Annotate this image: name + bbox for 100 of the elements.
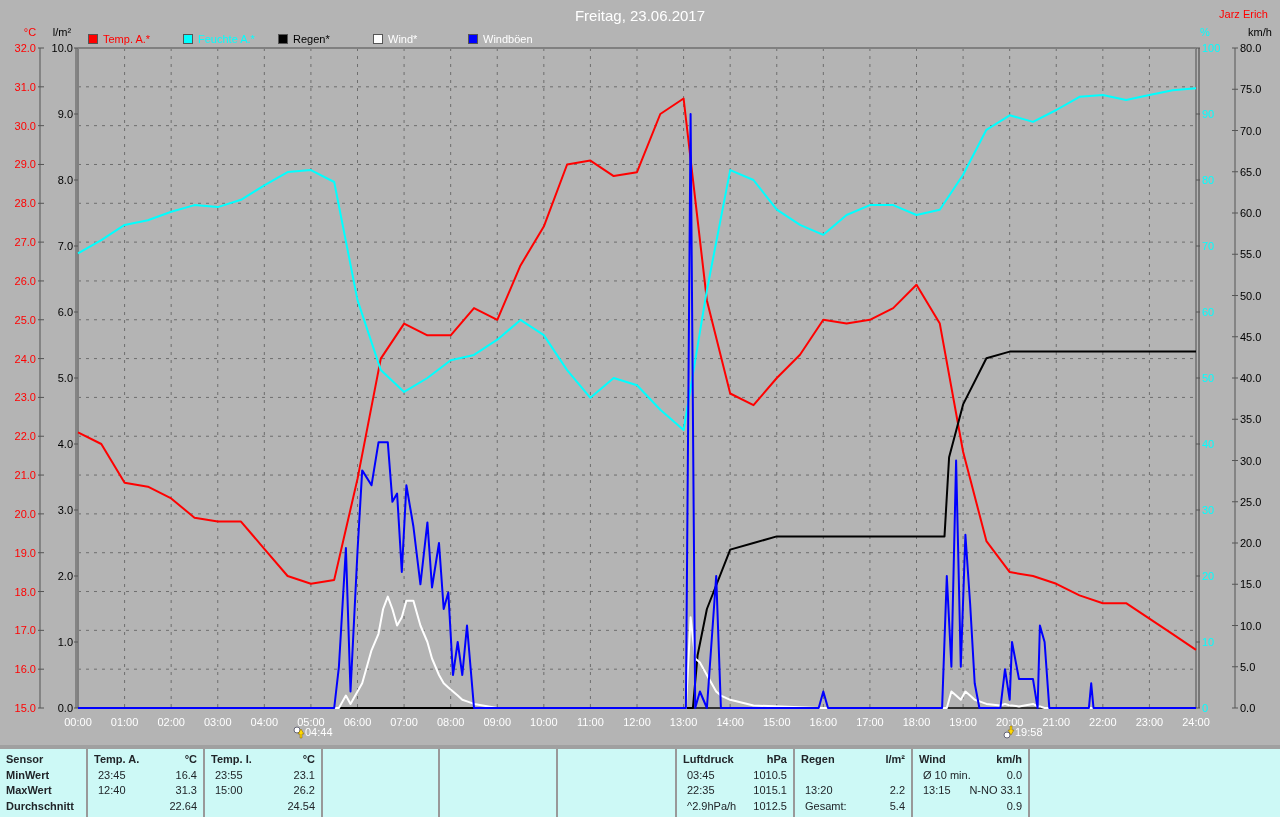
axis-label: 60 <box>1202 306 1215 318</box>
legend-label: Feuchte A.* <box>198 32 255 47</box>
time-label: 09:00 <box>483 716 511 728</box>
unit-label: °C <box>184 752 197 767</box>
axis-label: 80 <box>1202 174 1215 186</box>
axis-label: 22.0 <box>14 430 36 443</box>
axis-label: 5.0 <box>57 372 73 384</box>
axis-label: 10.0 <box>1240 619 1262 632</box>
axis-label: 0.0 <box>57 702 73 714</box>
axis-label: 26.0 <box>14 274 36 287</box>
time-label: 13:00 <box>669 716 698 728</box>
axis-label: 40.0 <box>1240 372 1262 384</box>
axis-label: 10 <box>1202 636 1215 648</box>
stat-time: ^2.9hPa/h <box>686 798 737 814</box>
time-label: 08:00 <box>436 716 465 728</box>
axis-label: 30.0 <box>1240 454 1262 467</box>
unit-label: hPa <box>766 752 787 767</box>
legend-label: Windböen <box>483 32 533 47</box>
stat-time: 23:55 <box>214 767 243 783</box>
axis-label: 35.0 <box>1240 413 1262 426</box>
stat-label: Durchschnitt <box>6 798 74 814</box>
time-label: 11:00 <box>577 716 604 728</box>
time-label: 00:00 <box>64 716 92 728</box>
axis-label: 25.0 <box>14 313 36 326</box>
axis-label: 4.0 <box>57 438 73 450</box>
stat-label: MaxWert <box>6 783 52 798</box>
stat-value: 5.4 <box>889 798 905 814</box>
column-header: Temp. I. <box>211 752 252 767</box>
unit-label: % <box>1200 26 1210 38</box>
time-label: 21:00 <box>1042 716 1070 728</box>
unit-label: °C <box>302 752 315 767</box>
time-label: 10:00 <box>530 716 558 728</box>
axis-label: 7.0 <box>57 240 73 252</box>
stat-value: 31.3 <box>175 783 197 798</box>
time-label: 04:00 <box>250 716 279 728</box>
axis-label: 20.0 <box>14 507 36 520</box>
axis-label: 10.0 <box>51 42 73 54</box>
stat-value: 1010.5 <box>753 767 787 783</box>
axis-label: 65.0 <box>1240 165 1262 178</box>
axis-label: 50.0 <box>1240 289 1262 302</box>
time-label: 18:00 <box>902 716 931 728</box>
stat-label: MinWert <box>6 767 50 783</box>
time-label: 24:00 <box>1182 716 1210 728</box>
stat-value: 2.2 <box>889 783 905 798</box>
unit-label: km/h <box>1248 26 1272 38</box>
stat-value: 16.4 <box>175 767 197 783</box>
axis-label: 80.0 <box>1240 42 1262 54</box>
time-label: 03:00 <box>204 716 232 728</box>
sun-time: 04:44 <box>305 726 333 740</box>
axis-label: 6.0 <box>57 306 73 318</box>
stat-value: 22.64 <box>169 798 197 814</box>
sun-time: 19:58 <box>1015 726 1043 740</box>
time-label: 05:00 <box>297 716 325 728</box>
stat-time: 15:00 <box>214 783 243 798</box>
axis-label: 28.0 <box>14 197 36 210</box>
stat-value: 1012.5 <box>753 798 787 814</box>
stat-value: 0.9 <box>1006 798 1022 814</box>
axis-label: 40 <box>1202 438 1215 450</box>
stat-value: 24.54 <box>287 798 315 814</box>
column-header: Wind <box>919 752 946 767</box>
time-label: 14:00 <box>716 716 744 728</box>
time-label: 06:00 <box>343 716 372 728</box>
axis-label: 31.0 <box>14 80 36 93</box>
axis-label: 21.0 <box>14 469 36 482</box>
axis-label: 20.0 <box>1240 537 1262 549</box>
axis-label: 2.0 <box>57 570 73 582</box>
stat-time: 22:35 <box>686 783 715 798</box>
axis-label: 0 <box>1202 702 1209 714</box>
axis-label: 50 <box>1202 372 1215 384</box>
axis-label: 1.0 <box>57 636 73 648</box>
stat-time: 12:40 <box>97 783 126 798</box>
chart-title: Freitag, 23.06.2017 <box>574 6 706 26</box>
column-header: Luftdruck <box>683 752 734 767</box>
axis-label: 70.0 <box>1240 124 1262 137</box>
column-header: Temp. A. <box>94 752 140 767</box>
axis-label: 20 <box>1202 570 1215 582</box>
axis-label: 100 <box>1202 42 1221 54</box>
stat-value: 0.0 <box>1006 767 1022 783</box>
axis-label: 5.0 <box>1240 660 1256 673</box>
axis-label: 30 <box>1202 504 1215 516</box>
stat-time: 03:45 <box>686 767 715 783</box>
stat-time: Ø 10 min. <box>922 767 971 783</box>
stat-value: 26.2 <box>293 783 315 798</box>
axis-label: 90 <box>1202 108 1215 120</box>
stat-time: 13:15 <box>922 783 951 798</box>
axis-label: 45.0 <box>1240 330 1262 343</box>
sunset-icon <box>1003 725 1015 740</box>
stat-value: 1015.1 <box>753 783 787 798</box>
unit-label: °C <box>23 26 37 38</box>
stat-time: 13:20 <box>804 783 833 798</box>
axis-label: 24.0 <box>14 352 36 365</box>
stat-label: Sensor <box>6 752 44 767</box>
axis-label: 9.0 <box>57 108 73 120</box>
time-label: 17:00 <box>856 716 884 728</box>
time-label: 16:00 <box>809 716 838 728</box>
time-label: 20:00 <box>995 716 1024 728</box>
unit-label: l/m² <box>885 752 905 767</box>
stat-value: 23.1 <box>293 767 315 783</box>
axis-label: 0.0 <box>1240 702 1256 714</box>
time-label: 15:00 <box>763 716 791 728</box>
